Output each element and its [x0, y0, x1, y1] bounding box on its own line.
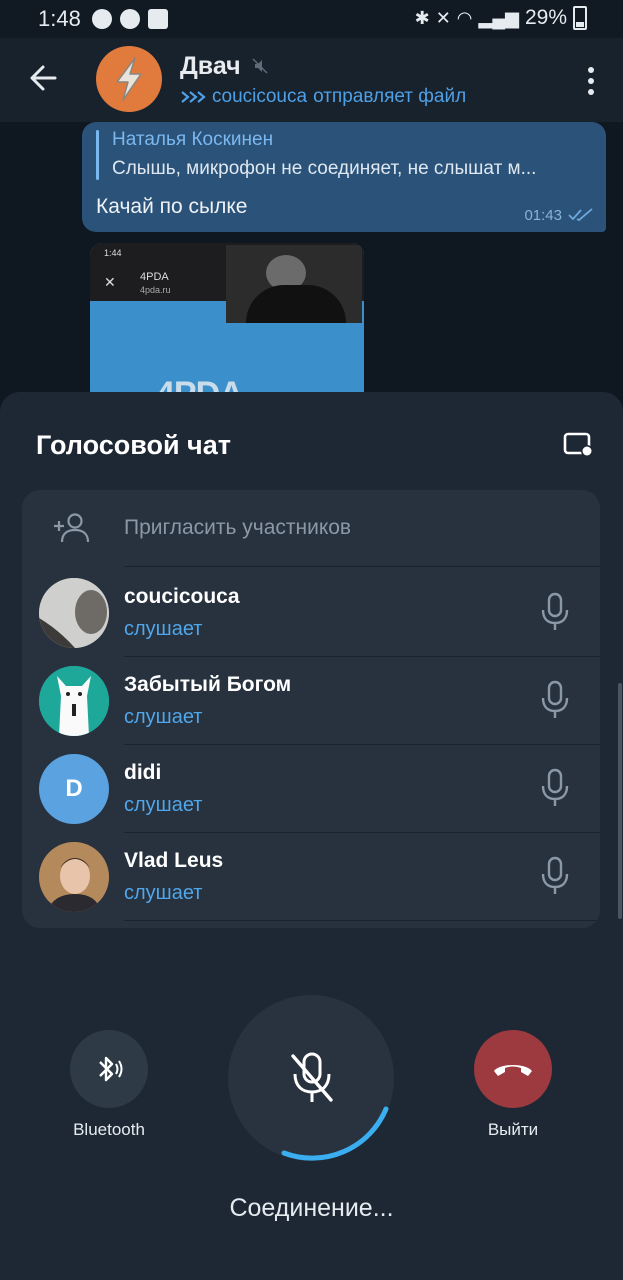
mic-off-icon: [291, 1052, 333, 1102]
typing-action: отправляет файл: [313, 86, 467, 107]
participant-status: слушает: [124, 706, 203, 728]
participant-avatar: [39, 666, 109, 736]
chat-status: coucicouca отправляет файл: [180, 86, 466, 108]
voice-chat-title: Голосовой чат: [36, 430, 231, 460]
leave-button[interactable]: [474, 1030, 552, 1108]
screenshot-time: 1:44: [104, 248, 122, 258]
hang-up-icon: [494, 1065, 532, 1076]
reply-text[interactable]: Слышь, микрофон не соединяет, не слышат …: [112, 158, 536, 180]
message-time: 01:43: [524, 207, 562, 224]
add-user-icon: [54, 513, 90, 543]
participant-row[interactable]: coucicouca слушает: [22, 568, 600, 656]
play-notification-icon: [92, 9, 112, 29]
screenshot-site-title: 4PDA: [140, 271, 169, 283]
reply-bar: [96, 130, 99, 180]
status-bar: 1:48 ✱ ✕ ◠ ▂▄▆ 29%: [0, 0, 623, 38]
voice-chat-sheet: Голосовой чат Пригласить участников couc…: [0, 392, 623, 1280]
invite-participants-button[interactable]: Пригласить участников: [22, 490, 600, 566]
signal-status-icon: ▂▄▆: [478, 7, 519, 28]
participants-panel: Пригласить участников coucicouca слушает: [22, 490, 600, 928]
participant-avatar: D: [39, 754, 109, 824]
bluetooth-button[interactable]: [70, 1030, 148, 1108]
bluetooth-status-icon: ✱: [414, 7, 430, 28]
chat-header: Двач coucicouca отправляет файл: [0, 38, 623, 122]
message-bubble[interactable]: Наталья Коскинен Слышь, микрофон не соед…: [82, 122, 606, 232]
scrollbar[interactable]: [618, 683, 622, 919]
message-text: Качай по сылке: [96, 195, 248, 218]
participant-status: слушает: [124, 794, 203, 816]
double-check-icon: [568, 208, 593, 222]
typing-icon: [181, 91, 206, 103]
more-vert-icon[interactable]: [587, 66, 595, 96]
participant-name: Забытый Богом: [124, 673, 292, 696]
microphone-icon[interactable]: [540, 592, 570, 632]
voice-notification-icon: [120, 9, 140, 29]
lightning-icon: [116, 57, 142, 101]
participant-status: слушает: [124, 882, 203, 904]
divider: [124, 920, 600, 921]
back-arrow-icon[interactable]: [28, 62, 58, 94]
bluetooth-label: Bluetooth: [73, 1120, 145, 1139]
bluetooth-icon: [99, 1056, 123, 1082]
chat-title[interactable]: Двач: [180, 52, 241, 81]
microphone-icon[interactable]: [540, 768, 570, 808]
sound-off-status-icon: ✕: [435, 7, 451, 28]
image-notification-icon: [148, 9, 168, 29]
mute-icon: [252, 58, 268, 74]
chat-avatar[interactable]: [96, 46, 162, 112]
pip-icon[interactable]: [563, 432, 593, 458]
participant-avatar: [39, 578, 109, 648]
invite-label: Пригласить участников: [124, 516, 352, 539]
divider: [124, 566, 600, 567]
wifi-status-icon: ◠: [456, 7, 473, 28]
image-message[interactable]: 1:44 ✕ 4PDA 4pda.ru 4PDA: [90, 243, 364, 403]
participant-status: слушает: [124, 618, 203, 640]
reply-author[interactable]: Наталья Коскинен: [112, 129, 273, 151]
participant-avatar: [39, 842, 109, 912]
battery-icon: [573, 6, 587, 30]
microphone-icon[interactable]: [540, 680, 570, 720]
participant-row[interactable]: D didi слушает: [22, 744, 600, 832]
participant-row[interactable]: Забытый Богом слушает: [22, 656, 600, 744]
microphone-icon[interactable]: [540, 856, 570, 896]
screenshot-close-icon: ✕: [104, 274, 116, 290]
connecting-status: Соединение...: [229, 1194, 394, 1222]
leave-label: Выйти: [487, 1120, 539, 1139]
screenshot-video: [226, 245, 362, 323]
participant-name: coucicouca: [124, 585, 240, 608]
participant-row[interactable]: Vlad Leus слушает: [22, 832, 600, 920]
participant-name: didi: [124, 761, 162, 784]
screenshot-site-url: 4pda.ru: [140, 285, 171, 295]
battery-percent: 29%: [524, 6, 567, 29]
status-time: 1:48: [38, 6, 81, 31]
typing-user: coucicouca: [212, 86, 308, 107]
participant-name: Vlad Leus: [124, 849, 224, 872]
